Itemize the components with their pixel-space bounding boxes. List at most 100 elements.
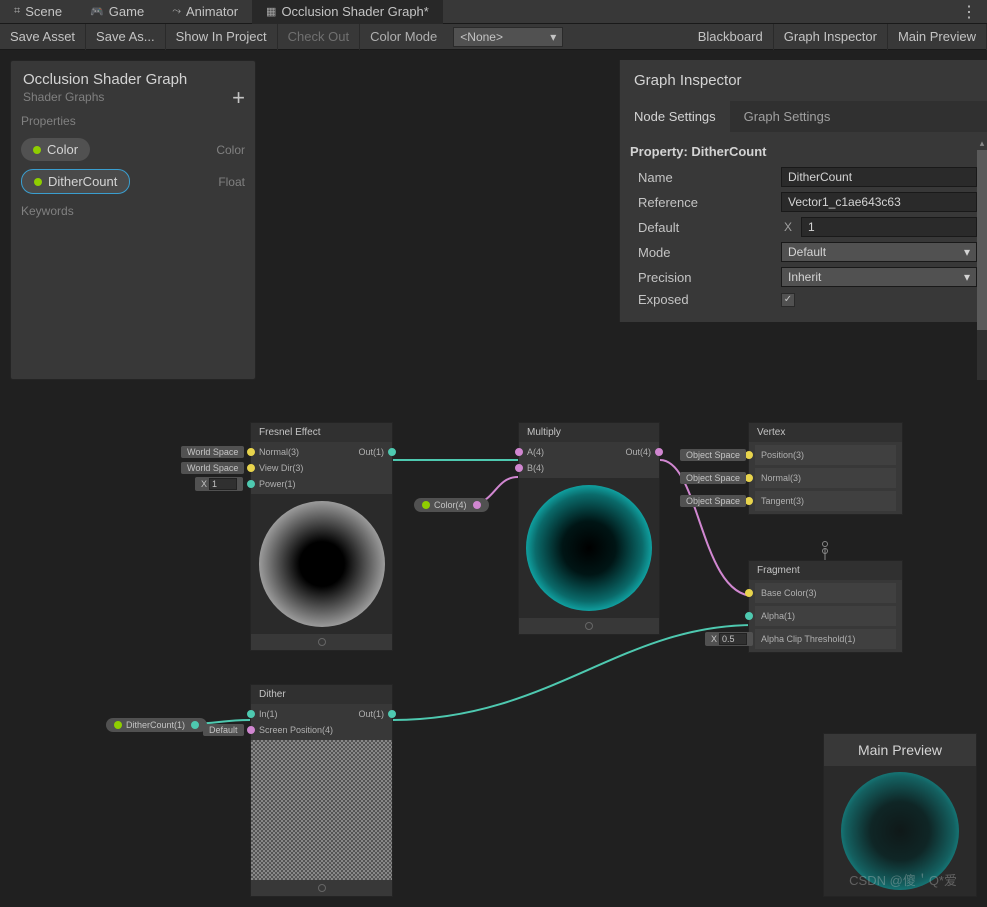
port-in[interactable] xyxy=(745,451,753,459)
port-out[interactable] xyxy=(388,448,396,456)
chevron-down-icon: ▾ xyxy=(550,30,556,44)
port-in[interactable] xyxy=(745,497,753,505)
exposed-checkbox[interactable]: ✓ xyxy=(781,293,795,307)
property-type: Color xyxy=(216,143,245,157)
port-in[interactable] xyxy=(247,726,255,734)
tag-object-space[interactable]: Object Space xyxy=(680,495,746,507)
port-out[interactable] xyxy=(473,501,481,509)
toolbar: Save Asset Save As... Show In Project Ch… xyxy=(0,24,987,50)
property-dot-icon xyxy=(114,721,122,729)
node-preview xyxy=(251,494,392,634)
precision-select[interactable]: Inherit▾ xyxy=(781,267,977,287)
inspector-scrollbar[interactable] xyxy=(977,150,987,380)
tab-shader-graph[interactable]: ▦Occlusion Shader Graph* xyxy=(252,0,443,24)
port-in[interactable] xyxy=(247,464,255,472)
tag-object-space[interactable]: Object Space xyxy=(680,472,746,484)
tab-node-settings[interactable]: Node Settings xyxy=(620,101,730,132)
node-multiply[interactable]: Multiply A(4) Out(4) B(4) xyxy=(518,422,660,635)
name-field[interactable] xyxy=(781,167,977,187)
tab-graph-settings[interactable]: Graph Settings xyxy=(730,101,845,132)
port-in[interactable] xyxy=(247,448,255,456)
property-dot-icon xyxy=(422,501,430,509)
blackboard-toggle[interactable]: Blackboard xyxy=(688,24,774,50)
block-fragment[interactable]: Fragment Base Color(3) Alpha(1) Alpha Cl… xyxy=(748,560,903,653)
shader-icon: ▦ xyxy=(266,5,276,18)
clip-x-field[interactable]: X xyxy=(705,632,753,646)
x-label: X xyxy=(781,220,795,234)
mode-label: Mode xyxy=(630,245,775,260)
animator-icon: ⤳ xyxy=(172,5,181,18)
tab-animator[interactable]: ⤳Animator xyxy=(158,0,252,24)
show-in-project-button[interactable]: Show In Project xyxy=(166,24,278,50)
port-in[interactable] xyxy=(745,589,753,597)
save-as-button[interactable]: Save As... xyxy=(86,24,166,50)
node-preview xyxy=(251,740,392,880)
node-dither[interactable]: Dither In(1) Out(1) Screen Position(4) D… xyxy=(250,684,393,897)
inspector-title: Graph Inspector xyxy=(620,60,987,101)
node-fresnel[interactable]: Fresnel Effect Normal(3) World Space Out… xyxy=(250,422,393,651)
name-label: Name xyxy=(630,170,775,185)
property-node-dithercount[interactable]: DitherCount(1) xyxy=(106,718,207,732)
tag-world-space[interactable]: World Space xyxy=(181,462,244,474)
chevron-down-icon: ▾ xyxy=(964,270,970,284)
port-out[interactable] xyxy=(388,710,396,718)
add-property-button[interactable]: + xyxy=(232,85,245,111)
collapse-toggle[interactable] xyxy=(318,638,326,646)
graph-inspector-panel[interactable]: Graph Inspector Node Settings Graph Sett… xyxy=(619,60,987,322)
editor-tabs: ⌗Scene 🎮Game ⤳Animator ▦Occlusion Shader… xyxy=(0,0,987,24)
exposed-label: Exposed xyxy=(630,292,775,307)
port-out[interactable] xyxy=(655,448,663,456)
scene-icon: ⌗ xyxy=(14,5,20,18)
node-title: Fragment xyxy=(749,561,902,580)
scrollbar-thumb[interactable] xyxy=(977,150,987,330)
reference-field[interactable] xyxy=(781,192,977,212)
save-asset-button[interactable]: Save Asset xyxy=(0,24,86,50)
blackboard-subtitle: Shader Graphs xyxy=(23,90,243,104)
color-mode-select[interactable]: <None>▾ xyxy=(453,27,563,47)
node-title: Fresnel Effect xyxy=(251,423,392,442)
check-out-button: Check Out xyxy=(278,24,360,50)
precision-label: Precision xyxy=(630,270,775,285)
node-title: Multiply xyxy=(519,423,659,442)
main-preview-panel[interactable]: Main Preview xyxy=(823,733,977,897)
port-in[interactable] xyxy=(745,474,753,482)
link-handle[interactable] xyxy=(821,540,829,556)
tab-game[interactable]: 🎮Game xyxy=(76,0,158,24)
property-node-color[interactable]: Color(4) xyxy=(414,498,489,512)
tag-default[interactable]: Default xyxy=(203,724,244,736)
default-x-field[interactable] xyxy=(801,217,977,237)
chevron-down-icon: ▾ xyxy=(964,245,970,259)
collapse-toggle[interactable] xyxy=(318,884,326,892)
port-in[interactable] xyxy=(247,480,255,488)
property-dot-icon xyxy=(34,178,42,186)
properties-section: Properties xyxy=(11,108,255,134)
blackboard-panel[interactable]: Occlusion Shader Graph Shader Graphs + P… xyxy=(10,60,256,380)
power-x-field[interactable]: X xyxy=(195,477,243,491)
port-in[interactable] xyxy=(515,464,523,472)
tab-scene[interactable]: ⌗Scene xyxy=(0,0,76,24)
property-header: Property: DitherCount xyxy=(630,144,977,159)
mode-select[interactable]: Default▾ xyxy=(781,242,977,262)
property-dithercount[interactable]: DitherCount xyxy=(21,169,130,194)
default-label: Default xyxy=(630,220,775,235)
main-preview-view[interactable] xyxy=(824,766,976,896)
tag-object-space[interactable]: Object Space xyxy=(680,449,746,461)
property-type: Float xyxy=(218,175,245,189)
node-preview xyxy=(519,478,659,618)
game-icon: 🎮 xyxy=(90,5,104,18)
tab-menu-icon[interactable]: ⋮ xyxy=(951,2,987,22)
port-in[interactable] xyxy=(515,448,523,456)
graph-canvas[interactable]: Occlusion Shader Graph Shader Graphs + P… xyxy=(0,50,987,907)
main-preview-title: Main Preview xyxy=(824,734,976,766)
reference-label: Reference xyxy=(630,195,775,210)
graph-inspector-toggle[interactable]: Graph Inspector xyxy=(774,24,888,50)
property-color[interactable]: Color xyxy=(21,138,90,161)
port-out[interactable] xyxy=(191,721,199,729)
main-preview-toggle[interactable]: Main Preview xyxy=(888,24,987,50)
port-in[interactable] xyxy=(247,710,255,718)
block-vertex[interactable]: Vertex Position(3)Object Space Normal(3)… xyxy=(748,422,903,515)
collapse-toggle[interactable] xyxy=(585,622,593,630)
property-dot-icon xyxy=(33,146,41,154)
port-in[interactable] xyxy=(745,612,753,620)
tag-world-space[interactable]: World Space xyxy=(181,446,244,458)
